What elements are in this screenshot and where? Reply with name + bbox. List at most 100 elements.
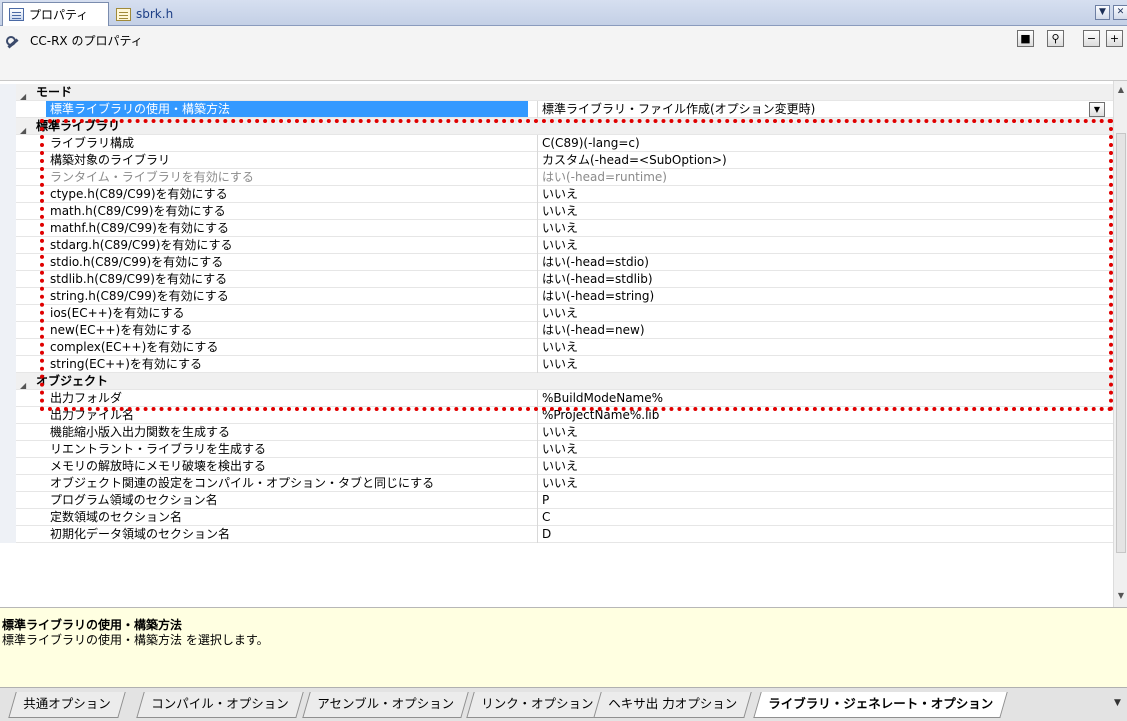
property-row[interactable]: 標準ライブラリの使用・構築方法 標準ライブラリ・ファイル作成(オプション変更時) ▼ <box>0 101 1113 118</box>
property-header: CC-RX のプロパティ ■ ⚲ − + <box>0 26 1127 81</box>
tab-assemble-options[interactable]: アセンブル・オプション <box>302 692 469 718</box>
property-value[interactable]: %ProjectName%.lib <box>542 407 1102 423</box>
dropdown-arrow-icon[interactable]: ▼ <box>1089 102 1105 117</box>
column-divider <box>537 526 538 543</box>
vertical-scrollbar[interactable]: ▲ ▼ <box>1113 81 1127 607</box>
property-value[interactable]: カスタム(-head=<SubOption>) <box>542 152 1102 168</box>
tab-library-generate-options-label: ライブラリ・ジェネレート・オプション <box>768 696 994 711</box>
property-row[interactable]: 出力ファイル名 %ProjectName%.lib <box>0 407 1113 424</box>
column-divider <box>537 407 538 424</box>
property-name: プログラム領域のセクション名 <box>50 493 218 507</box>
tab-properties[interactable]: プロパティ <box>2 2 109 26</box>
property-value[interactable]: C <box>542 509 1102 525</box>
description-title: 標準ライブラリの使用・構築方法 <box>2 618 183 632</box>
property-value[interactable]: 標準ライブラリ・ファイル作成(オプション変更時) <box>542 101 1102 117</box>
property-value[interactable]: いいえ <box>542 203 1102 219</box>
property-row[interactable]: ライブラリ構成 C(C89)(-lang=c) <box>0 135 1113 152</box>
property-value[interactable]: はい(-head=string) <box>542 288 1102 304</box>
row-gutter <box>0 101 16 118</box>
close-icon[interactable]: ✕ <box>1113 5 1127 20</box>
category-row[interactable]: ◢ モード <box>0 84 1113 101</box>
property-window: プロパティ sbrk.h ▼ ✕ CC-RX のプロパティ ■ ⚲ − + ◢ モ… <box>0 0 1127 721</box>
property-row[interactable]: 機能縮小版入出力関数を生成する いいえ <box>0 424 1113 441</box>
property-value[interactable]: いいえ <box>542 424 1102 440</box>
property-row[interactable]: new(EC++)を有効にする はい(-head=new) <box>0 322 1113 339</box>
property-value[interactable]: はい(-head=stdio) <box>542 254 1102 270</box>
property-value[interactable]: はい(-head=new) <box>542 322 1102 338</box>
lock-icon[interactable]: ■ <box>1017 30 1034 47</box>
column-divider <box>537 135 538 152</box>
tab-hex-output-options[interactable]: ヘキサ出 力オプション <box>593 692 752 718</box>
property-name: リエントラント・ライブラリを生成する <box>50 442 267 456</box>
property-row[interactable]: ctype.h(C89/C99)を有効にする いいえ <box>0 186 1113 203</box>
file-icon <box>116 7 131 21</box>
property-value[interactable]: C(C89)(-lang=c) <box>542 135 1102 151</box>
property-value[interactable]: はい(-head=stdlib) <box>542 271 1102 287</box>
category-row[interactable]: ◢ オブジェクト <box>0 373 1113 390</box>
property-value[interactable]: いいえ <box>542 220 1102 236</box>
column-divider <box>537 186 538 203</box>
property-row[interactable]: ランタイム・ライブラリを有効にする はい(-head=runtime) <box>0 169 1113 186</box>
expand-all-icon[interactable]: + <box>1106 30 1123 47</box>
collapse-all-icon[interactable]: − <box>1083 30 1100 47</box>
property-value[interactable]: いいえ <box>542 186 1102 202</box>
tab-list-dropdown-icon[interactable]: ▼ <box>1095 5 1110 20</box>
tab-link-options[interactable]: リンク・オプション <box>466 692 608 718</box>
property-value[interactable]: D <box>542 526 1102 542</box>
tab-sbrk-h[interactable]: sbrk.h <box>110 2 179 26</box>
row-gutter <box>0 509 16 526</box>
property-row[interactable]: リエントラント・ライブラリを生成する いいえ <box>0 441 1113 458</box>
tab-assemble-options-label: アセンブル・オプション <box>317 696 455 711</box>
column-divider <box>537 152 538 169</box>
tab-sbrk-h-label: sbrk.h <box>136 7 174 21</box>
scroll-thumb[interactable] <box>1116 133 1126 553</box>
scroll-up-icon[interactable]: ▲ <box>1116 85 1126 94</box>
tab-common-options[interactable]: 共通オプション <box>8 692 126 718</box>
property-name: 標準ライブラリの使用・構築方法 <box>46 101 528 117</box>
property-value[interactable]: %BuildModeName% <box>542 390 1102 406</box>
column-divider <box>537 475 538 492</box>
property-value[interactable]: いいえ <box>542 339 1102 355</box>
property-row[interactable]: mathf.h(C89/C99)を有効にする いいえ <box>0 220 1113 237</box>
column-divider <box>537 220 538 237</box>
property-value[interactable]: いいえ <box>542 237 1102 253</box>
property-row[interactable]: stdlib.h(C89/C99)を有効にする はい(-head=stdlib) <box>0 271 1113 288</box>
property-value[interactable]: いいえ <box>542 475 1102 491</box>
property-value[interactable]: P <box>542 492 1102 508</box>
property-row[interactable]: 初期化データ領域のセクション名 D <box>0 526 1113 543</box>
category-row[interactable]: ◢ 標準ライブラリ <box>0 118 1113 135</box>
property-name: ランタイム・ライブラリを有効にする <box>50 170 254 184</box>
tab-compile-options[interactable]: コンパイル・オプション <box>136 692 304 718</box>
property-value[interactable]: いいえ <box>542 458 1102 474</box>
property-row[interactable]: プログラム領域のセクション名 P <box>0 492 1113 509</box>
property-row[interactable]: メモリの解放時にメモリ破壊を検出する いいえ <box>0 458 1113 475</box>
search-icon[interactable]: ⚲ <box>1047 30 1064 47</box>
wrench-icon <box>6 34 20 48</box>
property-grid: ◢ モード 標準ライブラリの使用・構築方法 標準ライブラリ・ファイル作成(オプション変… <box>0 81 1113 607</box>
property-value[interactable]: いいえ <box>542 356 1102 372</box>
description-panel: 標準ライブラリの使用・構築方法 標準ライブラリの使用・構築方法 を選択します。 <box>0 607 1127 687</box>
property-row[interactable]: 出力フォルダ %BuildModeName% <box>0 390 1113 407</box>
property-row[interactable]: stdarg.h(C89/C99)を有効にする いいえ <box>0 237 1113 254</box>
property-name: complex(EC++)を有効にする <box>50 340 219 354</box>
tab-properties-label: プロパティ <box>29 8 89 22</box>
row-gutter <box>0 339 16 356</box>
row-gutter <box>0 322 16 339</box>
property-row[interactable]: 定数領域のセクション名 C <box>0 509 1113 526</box>
property-value[interactable]: はい(-head=runtime) <box>542 169 1102 185</box>
property-row[interactable]: string.h(C89/C99)を有効にする はい(-head=string) <box>0 288 1113 305</box>
property-value[interactable]: いいえ <box>542 441 1102 457</box>
property-value[interactable]: いいえ <box>542 305 1102 321</box>
column-divider <box>537 322 538 339</box>
property-row[interactable]: string(EC++)を有効にする いいえ <box>0 356 1113 373</box>
property-row[interactable]: ios(EC++)を有効にする いいえ <box>0 305 1113 322</box>
property-row[interactable]: オブジェクト関連の設定をコンパイル・オプション・タブと同じにする いいえ <box>0 475 1113 492</box>
property-row[interactable]: math.h(C89/C99)を有効にする いいえ <box>0 203 1113 220</box>
property-row[interactable]: stdio.h(C89/C99)を有効にする はい(-head=stdio) <box>0 254 1113 271</box>
scroll-down-icon[interactable]: ▼ <box>1116 591 1126 600</box>
tab-library-generate-options[interactable]: ライブラリ・ジェネレート・オプション <box>753 692 1008 718</box>
row-gutter <box>0 475 16 492</box>
tab-scroll-dropdown-icon[interactable]: ▼ <box>1114 698 1121 708</box>
property-row[interactable]: complex(EC++)を有効にする いいえ <box>0 339 1113 356</box>
property-row[interactable]: 構築対象のライブラリ カスタム(-head=<SubOption>) <box>0 152 1113 169</box>
